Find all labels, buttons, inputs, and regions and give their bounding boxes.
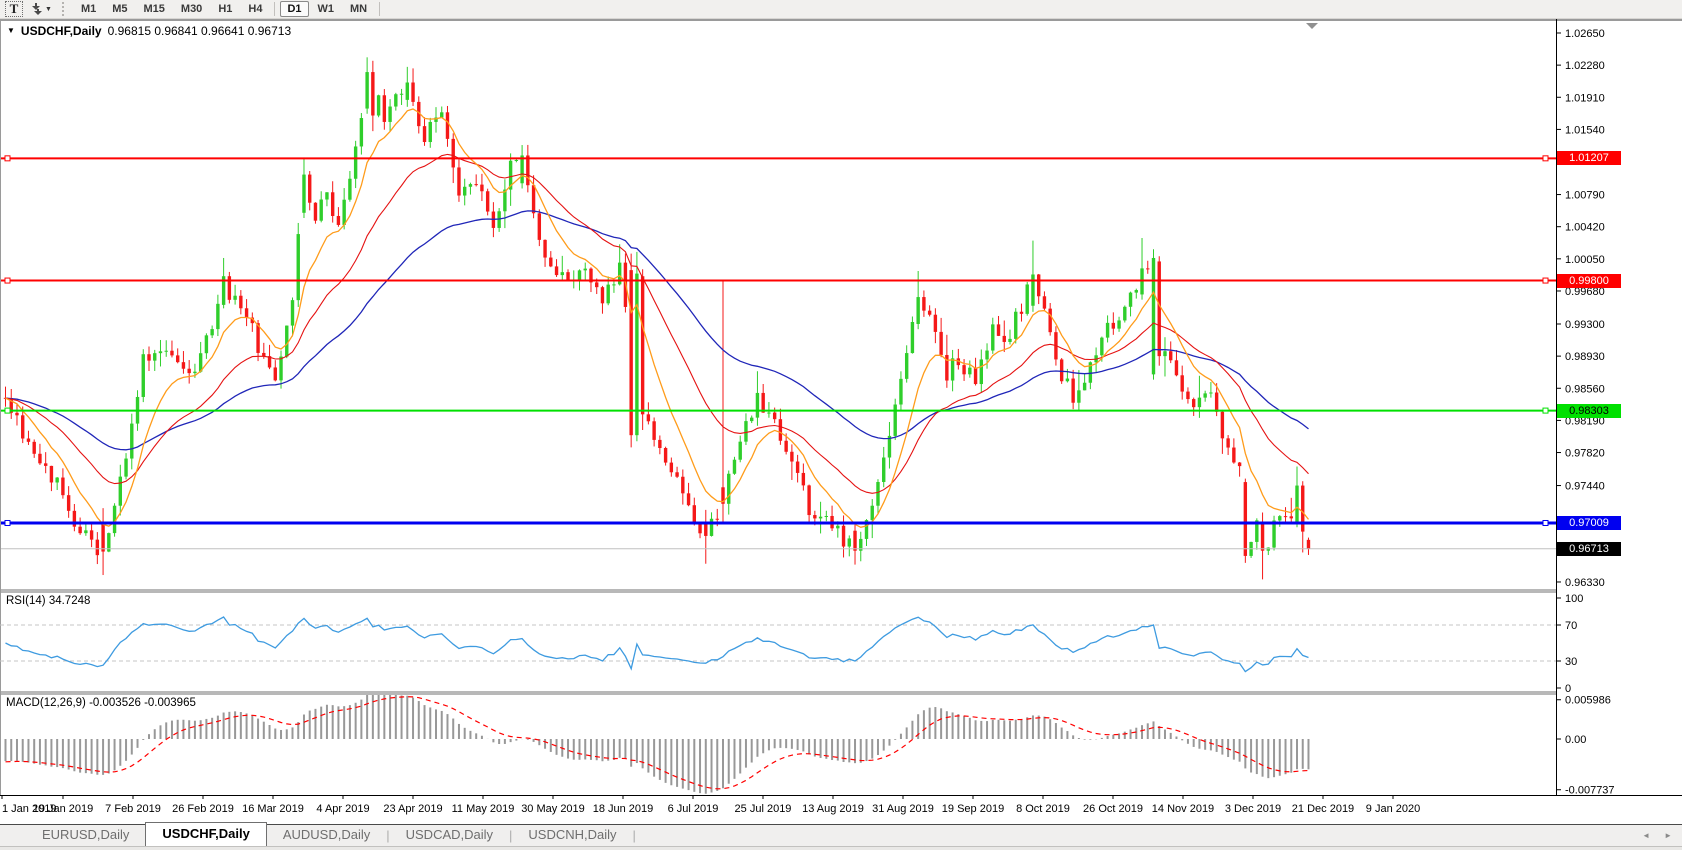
svg-text:0.98560: 0.98560 <box>1565 383 1605 395</box>
tab-usdcnh[interactable]: USDCNH,Daily <box>512 825 632 846</box>
svg-text:4 Apr 2019: 4 Apr 2019 <box>316 803 369 815</box>
tab-scroll-arrows: ◄ ► <box>1642 832 1672 840</box>
status-strip <box>0 846 1682 850</box>
chart-tab-bar: EURUSD,DailyUSDCHF,DailyAUDUSD,Daily|USD… <box>0 824 1682 846</box>
line-anchor-handle[interactable] <box>1543 278 1548 283</box>
line-anchor-handle[interactable] <box>5 278 10 283</box>
tab-separator: | <box>633 828 636 846</box>
tab-audusd[interactable]: AUDUSD,Daily <box>267 825 386 846</box>
svg-text:0.00: 0.00 <box>1565 734 1586 746</box>
svg-text:0.96330: 0.96330 <box>1565 577 1605 589</box>
chart-dropdown-icon[interactable]: ▼ <box>7 27 15 35</box>
svg-text:18 Jun 2019: 18 Jun 2019 <box>593 803 654 815</box>
line-anchor-handle[interactable] <box>5 156 10 161</box>
svg-text:3 Dec 2019: 3 Dec 2019 <box>1225 803 1281 815</box>
macd-signal-line <box>6 697 1309 789</box>
svg-text:0.97820: 0.97820 <box>1565 448 1605 460</box>
svg-text:7 Feb 2019: 7 Feb 2019 <box>105 803 161 815</box>
chart-svg: 1.02650 1.02280 1.01910 1.01540 1.00790 1.004… <box>0 0 1682 850</box>
line-anchor-handle[interactable] <box>5 408 10 413</box>
svg-text:8 Oct 2019: 8 Oct 2019 <box>1016 803 1070 815</box>
line-anchor-handle[interactable] <box>1543 408 1548 413</box>
price-marker-0.96713: 0.96713 <box>1557 542 1621 556</box>
symbol-title: USDCHF,Daily <box>21 24 102 38</box>
svg-text:1.00790: 1.00790 <box>1565 190 1605 202</box>
svg-text:26 Oct 2019: 26 Oct 2019 <box>1083 803 1143 815</box>
price-marker-0.99800: 0.99800 <box>1557 274 1621 288</box>
svg-text:1.01910: 1.01910 <box>1565 92 1605 104</box>
svg-text:-0.007737: -0.007737 <box>1565 785 1615 797</box>
svg-text:0: 0 <box>1565 683 1571 695</box>
tab-eurusd[interactable]: EURUSD,Daily <box>26 825 145 846</box>
ohlc-values: 0.96815 0.96841 0.96641 0.96713 <box>108 24 292 38</box>
svg-text:1.02280: 1.02280 <box>1565 60 1605 72</box>
svg-text:13 Aug 2019: 13 Aug 2019 <box>802 803 864 815</box>
time-axis: 1 Jan 201919 Jan 20197 Feb 201926 Feb 20… <box>2 795 1420 815</box>
svg-text:100: 100 <box>1565 593 1583 605</box>
line-anchor-handle[interactable] <box>1543 156 1548 161</box>
svg-text:21 Dec 2019: 21 Dec 2019 <box>1292 803 1354 815</box>
svg-text:70: 70 <box>1565 620 1577 632</box>
tab-scroll-right-icon[interactable]: ► <box>1664 832 1672 840</box>
svg-text:6 Jul 2019: 6 Jul 2019 <box>668 803 719 815</box>
svg-text:9 Jan 2020: 9 Jan 2020 <box>1366 803 1420 815</box>
tab-usdcad[interactable]: USDCAD,Daily <box>390 825 509 846</box>
tab-scroll-left-icon[interactable]: ◄ <box>1642 832 1650 840</box>
svg-text:26 Feb 2019: 26 Feb 2019 <box>172 803 234 815</box>
svg-text:1.01540: 1.01540 <box>1565 124 1605 136</box>
svg-text:11 May 2019: 11 May 2019 <box>452 803 515 815</box>
mt4-window: T ▼ M1M5M15M30H1H4D1W1MN 1.026501.022801… <box>0 0 1682 850</box>
chart-canvas[interactable] <box>0 21 1556 590</box>
price-marker-0.97009: 0.97009 <box>1557 516 1621 530</box>
svg-text:23 Apr 2019: 23 Apr 2019 <box>383 803 442 815</box>
macd-group <box>6 693 1309 794</box>
price-marker-1.01207: 1.01207 <box>1557 151 1621 165</box>
svg-text:0.99300: 0.99300 <box>1565 319 1605 331</box>
svg-text:1.00050: 1.00050 <box>1565 254 1605 266</box>
tab-usdchf[interactable]: USDCHF,Daily <box>145 822 266 846</box>
svg-text:0.005986: 0.005986 <box>1565 695 1611 707</box>
rsi-label: RSI(14) 34.7248 <box>6 595 90 607</box>
svg-text:1.00420: 1.00420 <box>1565 222 1605 234</box>
svg-text:30 May 2019: 30 May 2019 <box>521 803 585 815</box>
line-anchor-handle[interactable] <box>1543 520 1548 525</box>
line-anchor-handle[interactable] <box>5 520 10 525</box>
svg-text:16 Mar 2019: 16 Mar 2019 <box>242 803 304 815</box>
svg-text:31 Aug 2019: 31 Aug 2019 <box>872 803 934 815</box>
svg-text:19 Sep 2019: 19 Sep 2019 <box>942 803 1004 815</box>
svg-text:25 Jul 2019: 25 Jul 2019 <box>735 803 792 815</box>
svg-text:14 Nov 2019: 14 Nov 2019 <box>1152 803 1214 815</box>
svg-text:19 Jan 2019: 19 Jan 2019 <box>33 803 94 815</box>
macd-label: MACD(12,26,9) -0.003526 -0.003965 <box>6 697 196 709</box>
svg-text:0.99680: 0.99680 <box>1565 286 1605 298</box>
svg-text:1.02650: 1.02650 <box>1565 28 1605 40</box>
price-marker-0.98303: 0.98303 <box>1557 404 1621 418</box>
chart-top-edge <box>0 19 1682 21</box>
svg-text:0.97440: 0.97440 <box>1565 481 1605 493</box>
svg-text:30: 30 <box>1565 656 1577 668</box>
chart-title: ▼ USDCHF,Daily 0.96815 0.96841 0.96641 0… <box>7 24 291 38</box>
svg-text:0.98930: 0.98930 <box>1565 351 1605 363</box>
